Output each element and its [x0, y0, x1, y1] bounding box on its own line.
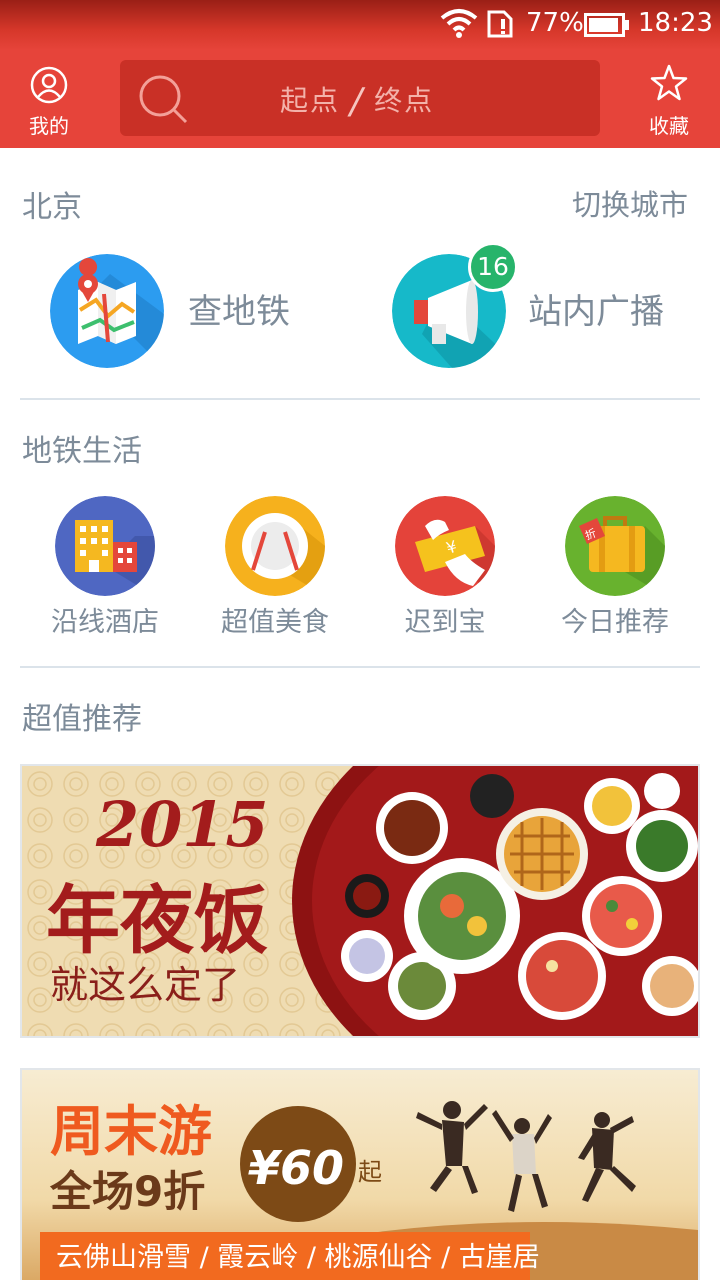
wifi-icon	[440, 8, 478, 45]
banner2-price-suffix: 起	[358, 1158, 382, 1186]
divider	[20, 398, 700, 400]
battery-percent: 77%	[526, 8, 584, 38]
banner2-destinations: 云佛山滑雪 / 霞云岭 / 桃源仙谷 / 古崖居	[56, 1242, 540, 1273]
subway-map-entry[interactable]: 查地铁	[50, 254, 350, 370]
sim-alert-icon	[487, 10, 513, 45]
hotel-icon	[55, 496, 155, 596]
search-icon	[138, 74, 190, 130]
route-text: 起点 / 终点	[280, 78, 434, 122]
battery-icon	[584, 13, 630, 44]
banner2-price: ¥60	[248, 1141, 344, 1195]
station-broadcast-entry[interactable]: 16 站内广播	[392, 242, 692, 370]
profile-button[interactable]: 我的	[9, 64, 89, 140]
daily-picks-entry[interactable]: 折 今日推荐	[530, 496, 700, 638]
switch-city-button[interactable]: 切换城市	[572, 182, 688, 224]
daily-picks-label: 今日推荐	[561, 607, 669, 638]
late-insurance-entry[interactable]: ¥ 迟到宝	[360, 496, 530, 638]
recommend-title: 超值推荐	[22, 702, 142, 737]
banner1-headline: 年夜饭	[46, 878, 268, 964]
banner2-background: 周末游 全场9折 ¥60 起 云佛山滑雪 / 霞云岭 / 桃源仙谷 / 古崖居	[22, 1070, 698, 1280]
favorites-label: 收藏	[649, 114, 689, 138]
metro-life-title: 地铁生活	[22, 434, 142, 469]
suitcase-discount-icon: 折	[565, 496, 665, 596]
subway-map-label: 查地铁	[188, 292, 290, 332]
subway-map-icon	[50, 254, 164, 368]
status-bar: 77% 18:23	[0, 0, 720, 50]
hotels-label: 沿线酒店	[51, 607, 159, 638]
weekend-trip-banner[interactable]: 周末游 全场9折 ¥60 起 云佛山滑雪 / 霞云岭 / 桃源仙谷 / 古崖居	[20, 1068, 700, 1280]
clock: 18:23	[638, 8, 713, 38]
route-search-bar[interactable]: 起点 / 终点	[120, 60, 600, 136]
user-icon	[30, 66, 68, 109]
app-bar: 我的 起点 / 终点 收藏	[0, 50, 720, 148]
start-point-input[interactable]: 起点	[280, 84, 340, 117]
banner1-year: 2015	[95, 788, 269, 861]
star-icon	[650, 64, 688, 107]
banner2-subline: 全场9折	[49, 1167, 205, 1216]
divider	[20, 666, 700, 668]
station-broadcast-label: 站内广播	[528, 292, 664, 332]
broadcast-count-badge: 16	[468, 242, 518, 292]
banner2-headline: 周末游	[50, 1100, 212, 1163]
banner1-subline: 就这么定了	[50, 963, 240, 1007]
route-separator: /	[350, 81, 365, 122]
banner-background: 2015 年夜饭 就这么定了	[22, 766, 698, 1036]
current-city: 北京	[22, 190, 82, 225]
food-deals-entry[interactable]: 超值美食	[190, 496, 360, 638]
late-insurance-label: 迟到宝	[404, 607, 486, 638]
food-plate-icon	[225, 496, 325, 596]
hotels-entry[interactable]: 沿线酒店	[20, 496, 190, 638]
profile-label: 我的	[29, 114, 69, 138]
main-content: 北京 切换城市 查地铁 16 站内广播 地铁生活 沿线酒店 超值美食 ¥ 迟到宝…	[0, 148, 720, 1280]
favorites-button[interactable]: 收藏	[629, 64, 709, 140]
new-year-dinner-banner[interactable]: 2015 年夜饭 就这么定了	[20, 764, 700, 1038]
money-card-icon: ¥	[395, 496, 495, 596]
food-deals-label: 超值美食	[221, 607, 329, 638]
end-point-input[interactable]: 终点	[374, 84, 434, 117]
